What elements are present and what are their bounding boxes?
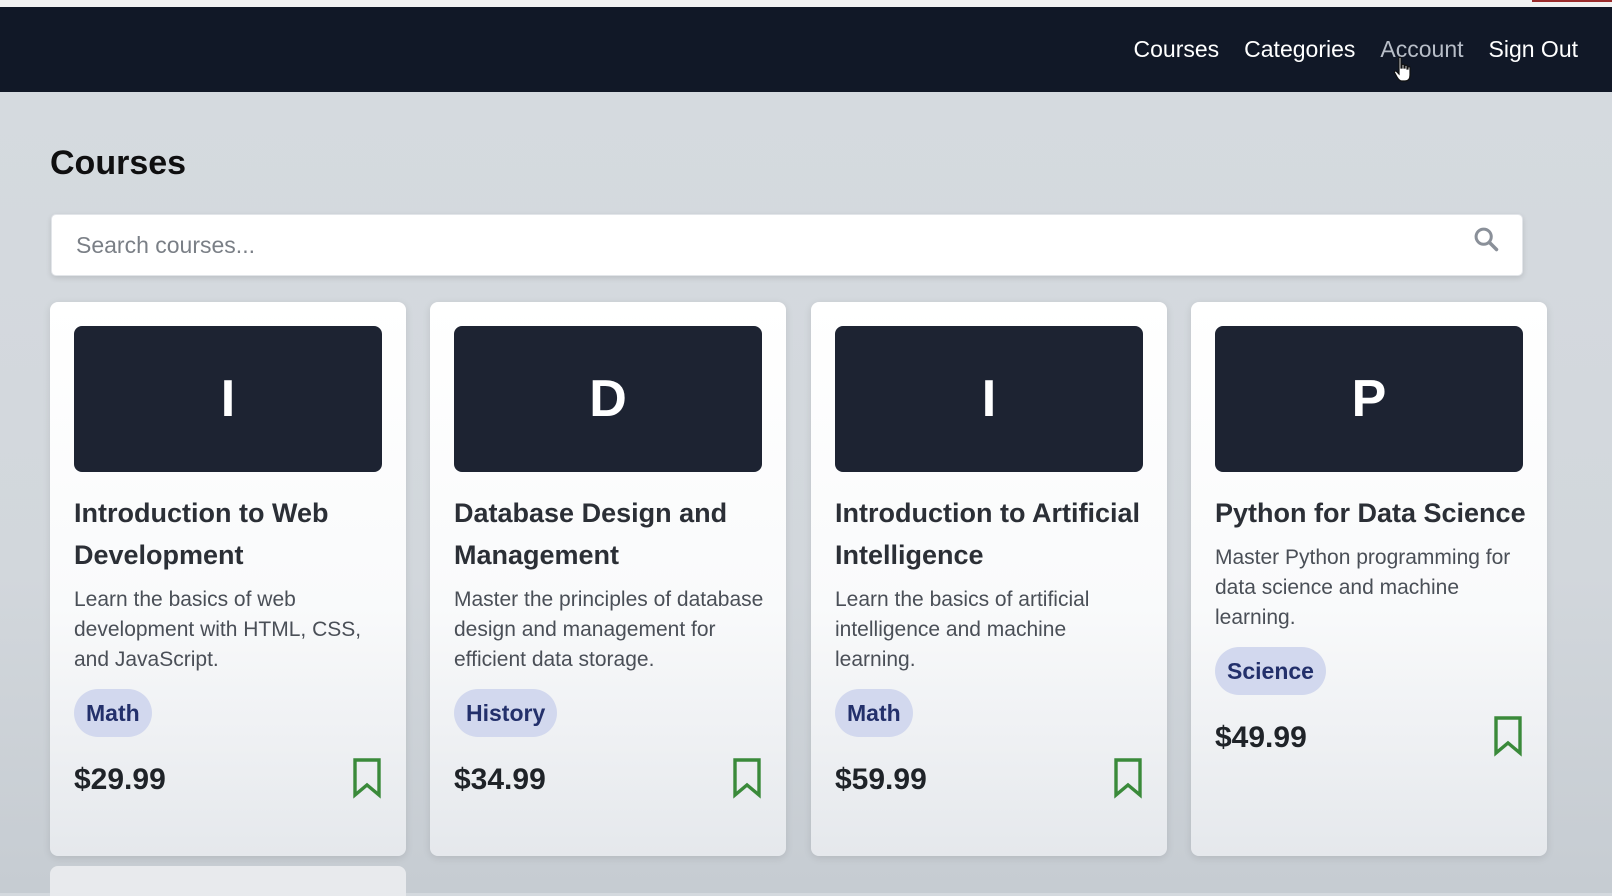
navbar: Courses Categories Account Sign Out [0, 7, 1612, 92]
top-accent-line [1532, 0, 1612, 2]
course-price: $29.99 [74, 763, 166, 796]
nav-link-courses[interactable]: Courses [1134, 36, 1220, 63]
category-badge: Math [74, 689, 152, 737]
nav-links: Courses Categories Account Sign Out [1109, 7, 1579, 92]
course-description: Master the principles of database design… [454, 588, 764, 671]
course-thumbnail: I [835, 326, 1143, 472]
page-title: Courses [50, 144, 187, 182]
course-card-footer: $29.99 [74, 757, 386, 807]
browser-top-strip [0, 0, 1612, 7]
category-badge: History [454, 689, 558, 737]
course-card[interactable]: I Introduction to Web Development Learn … [50, 302, 406, 856]
course-thumbnail: P [1215, 326, 1523, 472]
course-price: $59.99 [835, 763, 927, 796]
next-row-card-edge [50, 866, 406, 896]
course-card-footer: $34.99 [454, 757, 766, 807]
bookmark-icon[interactable] [730, 757, 764, 799]
course-title[interactable]: Python for Data Science [1215, 492, 1527, 534]
category-badge: Science [1215, 647, 1326, 695]
course-grid: I Introduction to Web Development Learn … [50, 302, 1550, 858]
nav-link-categories[interactable]: Categories [1244, 36, 1355, 63]
course-card[interactable]: I Introduction to Artificial Intelligenc… [811, 302, 1167, 856]
course-card[interactable]: D Database Design and Management Master … [430, 302, 786, 856]
course-card-footer: $49.99 [1215, 715, 1527, 765]
bookmark-icon[interactable] [350, 757, 384, 799]
course-card-body: Introduction to Artificial Intelligence … [835, 492, 1147, 807]
course-description: Learn the basics of web development with… [74, 588, 362, 671]
course-card-body: Introduction to Web Development Learn th… [74, 492, 386, 807]
search-input[interactable] [76, 215, 1456, 275]
course-card-body: Database Design and Management Master th… [454, 492, 766, 807]
main-content: Courses I Introduction to Web Developmen… [0, 92, 1612, 896]
course-card[interactable]: P Python for Data Science Master Python … [1191, 302, 1547, 856]
bookmark-icon[interactable] [1111, 757, 1145, 799]
course-thumbnail: I [74, 326, 382, 472]
search-icon[interactable] [1472, 225, 1500, 253]
course-price: $34.99 [454, 763, 546, 796]
bookmark-icon[interactable] [1491, 715, 1525, 757]
course-thumbnail: D [454, 326, 762, 472]
category-badge: Math [835, 689, 913, 737]
search-bar [51, 214, 1523, 276]
nav-link-sign-out[interactable]: Sign Out [1489, 36, 1579, 63]
course-title[interactable]: Introduction to Web Development [74, 492, 386, 576]
course-card-body: Python for Data Science Master Python pr… [1215, 492, 1527, 765]
course-card-footer: $59.99 [835, 757, 1147, 807]
course-price: $49.99 [1215, 721, 1307, 754]
course-description: Learn the basics of artificial intellige… [835, 588, 1090, 671]
course-title[interactable]: Introduction to Artificial Intelligence [835, 492, 1147, 576]
course-description: Master Python programming for data scien… [1215, 546, 1511, 629]
hand-cursor-icon [1393, 56, 1411, 82]
course-title[interactable]: Database Design and Management [454, 492, 766, 576]
